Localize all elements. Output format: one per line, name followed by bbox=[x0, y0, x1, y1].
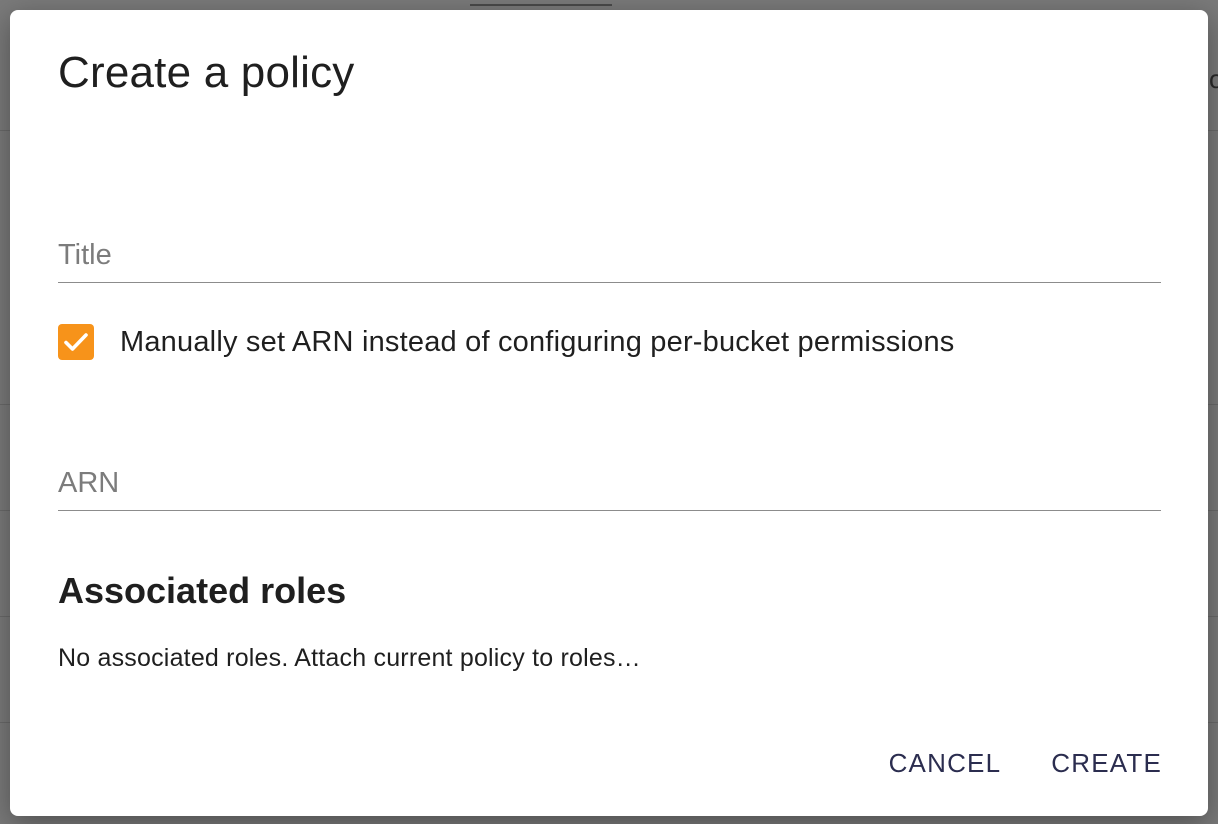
background-divider bbox=[1208, 130, 1218, 131]
background-divider bbox=[0, 510, 10, 511]
background-divider bbox=[0, 616, 10, 617]
associated-roles-text: No associated roles. Attach current poli… bbox=[58, 644, 641, 672]
title-input[interactable] bbox=[58, 239, 1161, 272]
background-divider bbox=[1208, 404, 1218, 405]
associated-roles-heading: Associated roles bbox=[58, 570, 347, 611]
cancel-button[interactable]: CANCEL bbox=[875, 738, 1016, 789]
arn-input[interactable] bbox=[58, 467, 1161, 500]
background-divider bbox=[0, 722, 10, 723]
dialog-actions: CANCEL CREATE bbox=[875, 738, 1176, 789]
create-button[interactable]: CREATE bbox=[1037, 738, 1176, 789]
manual-arn-option[interactable]: Manually set ARN instead of configuring … bbox=[58, 322, 954, 362]
arn-field[interactable] bbox=[58, 450, 1161, 511]
background-divider bbox=[1208, 510, 1218, 511]
background-divider bbox=[0, 404, 10, 405]
title-field[interactable] bbox=[58, 222, 1161, 283]
dialog-title: Create a policy bbox=[58, 48, 355, 97]
manual-arn-checkbox[interactable] bbox=[58, 324, 94, 360]
background-tab-indicator bbox=[470, 4, 612, 6]
checkmark-icon bbox=[64, 333, 88, 351]
background-divider bbox=[1208, 616, 1218, 617]
create-policy-dialog: Create a policy Manually set ARN instead… bbox=[10, 10, 1208, 816]
background-partial-text: o bbox=[1209, 64, 1218, 94]
background-divider bbox=[1208, 722, 1218, 723]
manual-arn-checkbox-label[interactable]: Manually set ARN instead of configuring … bbox=[120, 326, 954, 359]
background-divider bbox=[0, 130, 10, 131]
